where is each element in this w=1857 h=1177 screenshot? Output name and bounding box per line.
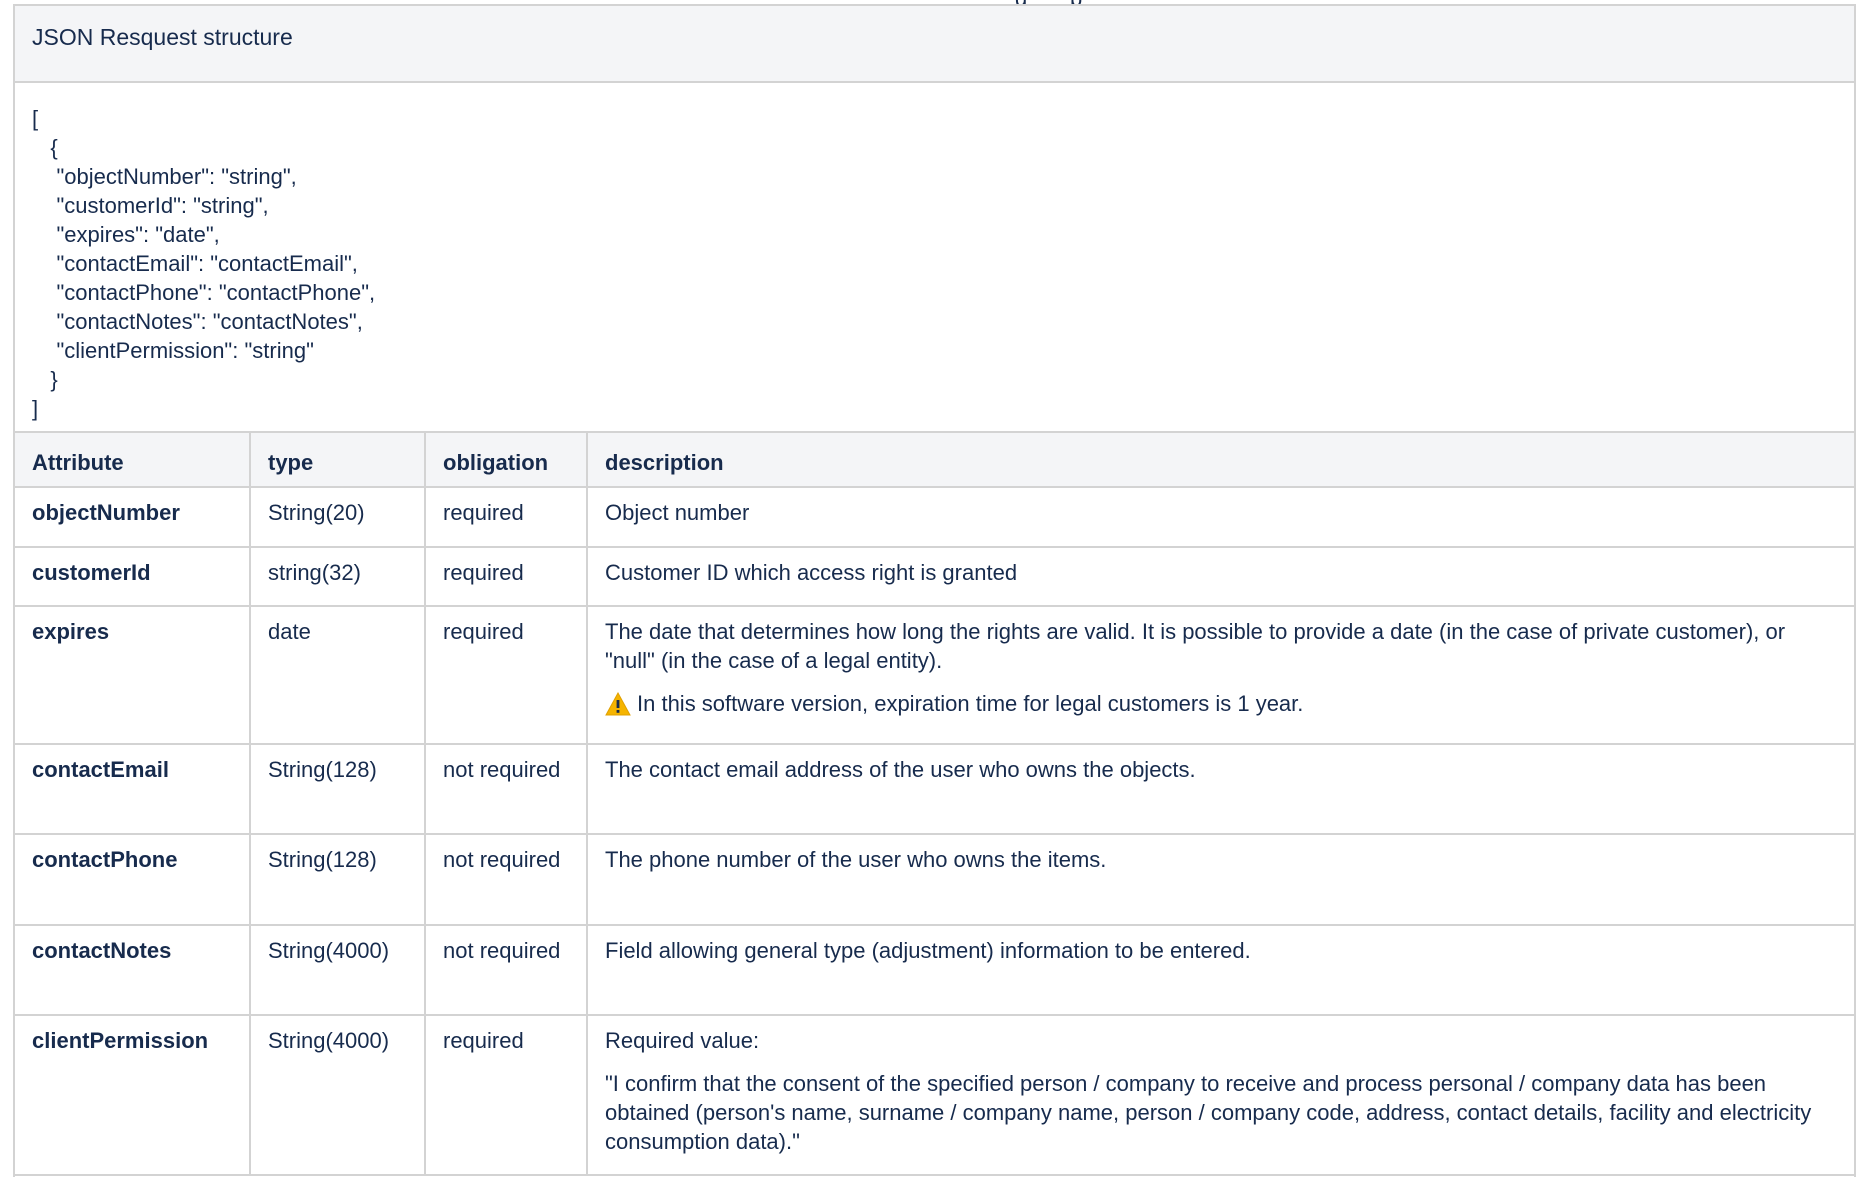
obligation-cell: required <box>424 486 588 548</box>
column-header-attribute: Attribute <box>15 431 251 488</box>
description-cell: Customer ID which access right is grante… <box>586 546 1854 607</box>
description-cell: The phone number of the user who owns th… <box>586 833 1854 926</box>
json-line: "contactEmail": "contactEmail", <box>32 251 358 276</box>
obligation-cell: not required <box>424 743 588 835</box>
attribute-cell: objectNumber <box>15 486 251 548</box>
obligation-cell: required <box>424 1014 588 1176</box>
attribute-cell: contactEmail <box>15 743 251 835</box>
section-title: JSON Resquest structure <box>32 24 293 50</box>
type-cell: String(128) <box>249 833 426 926</box>
json-line: "objectNumber": "string", <box>32 164 297 189</box>
table-row: contactPhone String(128) not required Th… <box>15 833 1854 926</box>
section-header: JSON Resquest structure <box>15 4 1854 83</box>
json-line: } <box>32 367 58 392</box>
column-header-type: type <box>249 431 426 488</box>
description-cell: The date that determines how long the ri… <box>586 605 1854 745</box>
description-cell: Field allowing general type (adjustment)… <box>586 924 1854 1016</box>
column-header-description: description <box>586 431 1854 488</box>
document-panel: JSON Resquest structure [ { "objectNumbe… <box>13 4 1856 1177</box>
description-cell: Required value: "I confirm that the cons… <box>586 1014 1854 1176</box>
table-row: contactEmail String(128) not required Th… <box>15 743 1854 835</box>
table-row: contactNotes String(4000) not required F… <box>15 924 1854 1016</box>
obligation-cell: required <box>424 605 588 745</box>
json-example: [ { "objectNumber": "string", "customerI… <box>32 104 375 423</box>
obligation-cell: not required <box>424 924 588 1016</box>
table-row: expires date required The date that dete… <box>15 605 1854 745</box>
attribute-cell: expires <box>15 605 251 745</box>
attributes-table: Attribute type obligation description ob… <box>15 431 1854 1176</box>
json-line: "expires": "date", <box>32 222 220 247</box>
description-cell: Object number <box>586 486 1854 548</box>
type-cell: String(4000) <box>249 1014 426 1176</box>
type-cell: String(4000) <box>249 924 426 1016</box>
description-text: The date that determines how long the ri… <box>605 619 1786 673</box>
json-line: "customerId": "string", <box>32 193 269 218</box>
table-header-row: Attribute type obligation description <box>15 431 1854 488</box>
json-line: "contactNotes": "contactNotes", <box>32 309 363 334</box>
obligation-cell: required <box>424 546 588 607</box>
type-cell: String(20) <box>249 486 426 548</box>
attribute-cell: customerId <box>15 546 251 607</box>
json-line: "contactPhone": "contactPhone", <box>32 280 376 305</box>
obligation-cell: not required <box>424 833 588 926</box>
attribute-cell: contactNotes <box>15 924 251 1016</box>
description-text: Required value: <box>605 1028 760 1053</box>
json-line: "clientPermission": "string" <box>32 338 314 363</box>
warning-triangle-icon <box>605 691 631 715</box>
type-cell: String(128) <box>249 743 426 835</box>
table-row: clientPermission String(4000) required R… <box>15 1014 1854 1176</box>
description-extra-text: "I confirm that the consent of the speci… <box>605 1071 1812 1154</box>
table-row: objectNumber String(20) required Object … <box>15 486 1854 548</box>
warning-note: In this software version, expiration tim… <box>605 689 1837 718</box>
warning-text: In this software version, expiration tim… <box>637 691 1304 716</box>
attribute-cell: contactPhone <box>15 833 251 926</box>
column-header-obligation: obligation <box>424 431 588 488</box>
type-cell: string(32) <box>249 546 426 607</box>
json-line: [ <box>32 106 39 131</box>
json-line: ] <box>32 396 39 421</box>
description-cell: The contact email address of the user wh… <box>586 743 1854 835</box>
type-cell: date <box>249 605 426 745</box>
table-row: customerId string(32) required Customer … <box>15 546 1854 607</box>
attribute-cell: clientPermission <box>15 1014 251 1176</box>
json-line: { <box>32 135 58 160</box>
